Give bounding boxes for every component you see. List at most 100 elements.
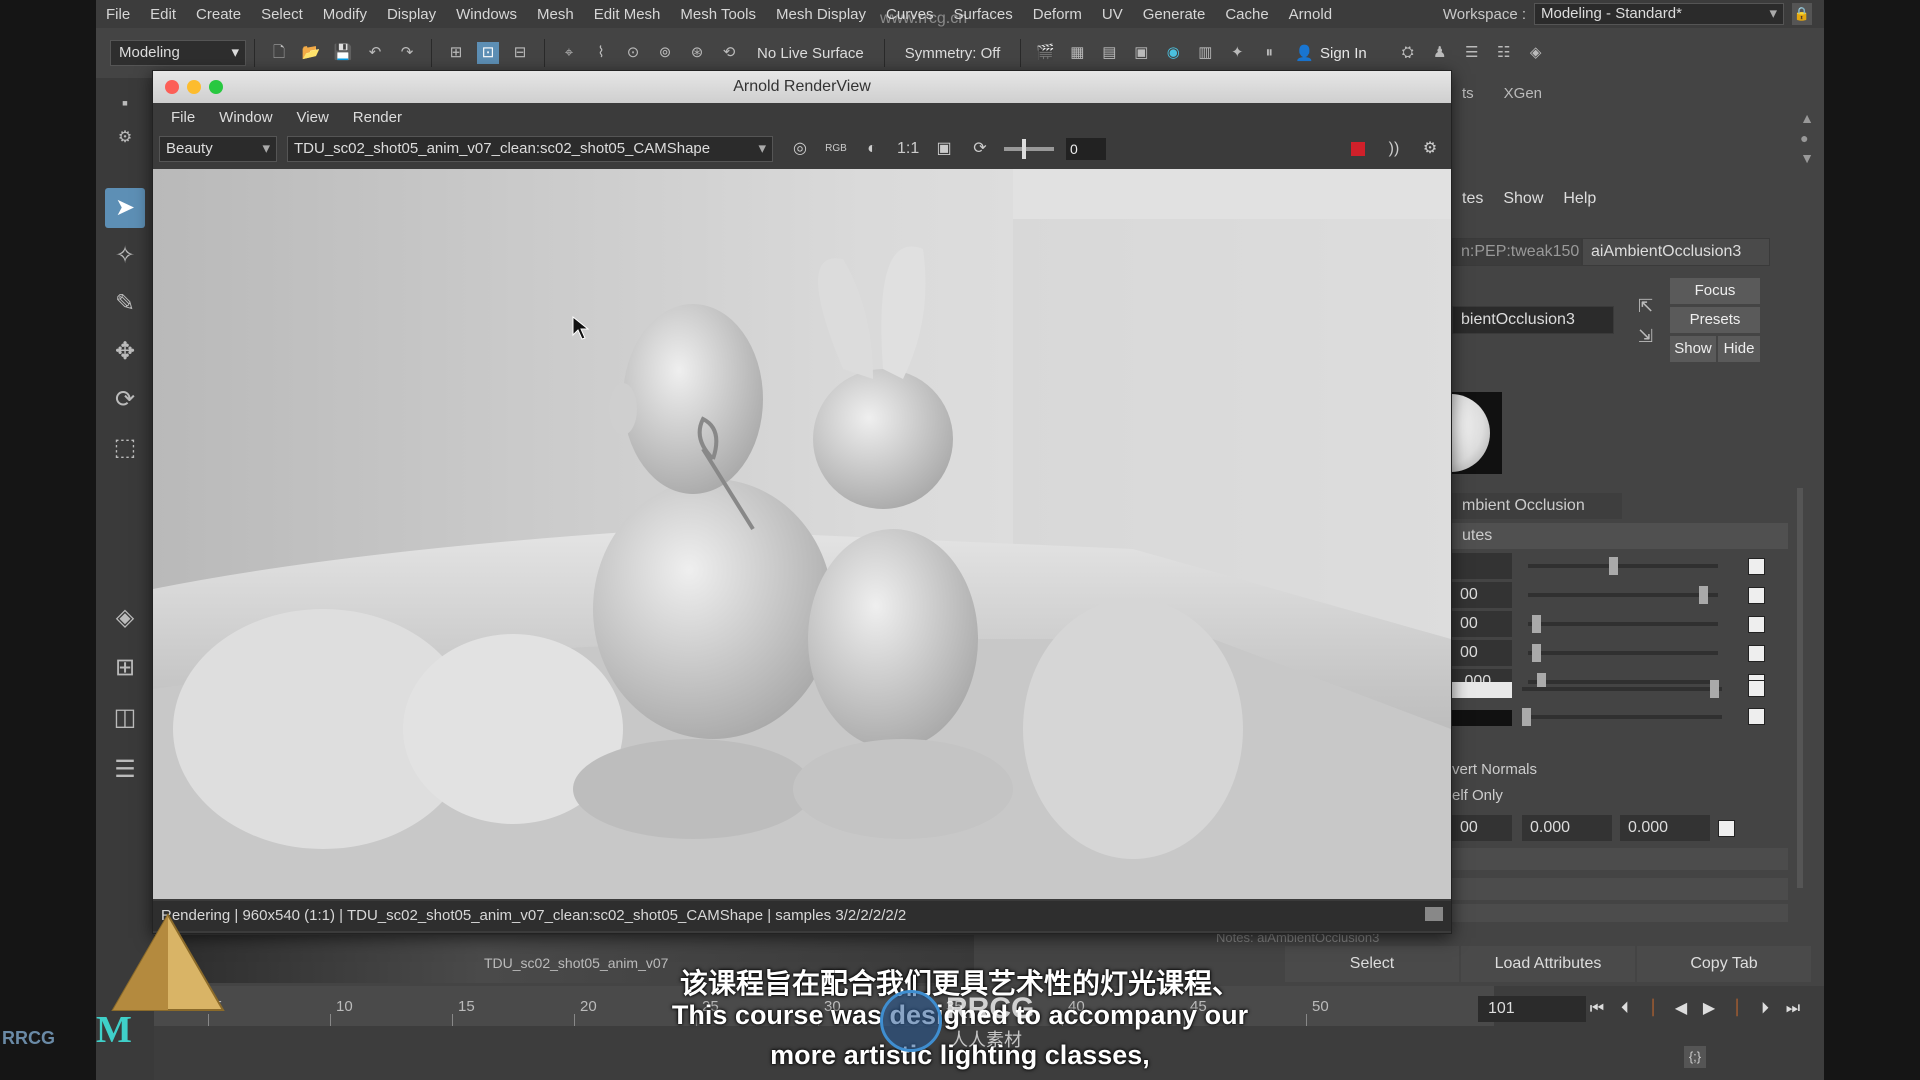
select-component-icon[interactable]: ⊟	[509, 42, 531, 64]
scroll-arrows-icon[interactable]: ▲ ● ▼	[1800, 108, 1814, 168]
refresh-icon[interactable]: ⟳	[969, 138, 991, 160]
snap-surface-icon[interactable]: ⊛	[686, 42, 708, 64]
pause-icon[interactable]: ⏸	[1258, 42, 1280, 64]
collapsed-section[interactable]	[1452, 848, 1788, 870]
map-button-icon[interactable]	[1748, 680, 1765, 697]
camera-select[interactable]: TDU_sc02_shot05_anim_v07_clean:sc02_shot…	[287, 136, 773, 162]
menu-mesh-display[interactable]: Mesh Display	[766, 6, 876, 23]
snap-live-icon[interactable]: ⟲	[718, 42, 740, 64]
invert-normals-label[interactable]: vert Normals	[1452, 761, 1537, 778]
stop-render-icon[interactable]	[1347, 138, 1369, 160]
attr-slider[interactable]	[1528, 586, 1718, 604]
near-clip-x[interactable]: 00	[1452, 815, 1512, 841]
select-hierarchy-icon[interactable]: ⊞	[445, 42, 467, 64]
snap-curve-icon[interactable]: ⌇	[590, 42, 612, 64]
attr-slider[interactable]	[1528, 644, 1718, 662]
input-connections-icon[interactable]: ⇱	[1638, 296, 1653, 317]
symmetry-label[interactable]: Symmetry: Off	[905, 45, 1001, 62]
redo-icon[interactable]: ↷	[396, 42, 418, 64]
near-clip-z[interactable]: 0.000	[1620, 815, 1710, 841]
workspace-select[interactable]: Modeling - Standard*	[1534, 3, 1784, 25]
menu-deform[interactable]: Deform	[1023, 6, 1092, 23]
ipr-render-icon[interactable]: ▤	[1098, 42, 1120, 64]
frame-region-icon[interactable]: ▣	[933, 138, 955, 160]
channel-box-icon[interactable]: ◈	[1525, 42, 1547, 64]
layout-four-icon[interactable]: ⊞	[105, 648, 145, 688]
toolbox-settings-icon[interactable]: ⚙	[105, 118, 145, 158]
select-tool-icon[interactable]: ➤	[105, 188, 145, 228]
menu-modify[interactable]: Modify	[313, 6, 377, 23]
layout-two-icon[interactable]: ◫	[105, 698, 145, 738]
self-only-label[interactable]: elf Only	[1452, 787, 1503, 804]
attr-menu-attributes[interactable]: tes	[1462, 190, 1483, 208]
slider-knob[interactable]	[1609, 557, 1618, 575]
ratio-label[interactable]: 1:1	[897, 138, 919, 160]
character-controls-icon[interactable]: ♟	[1429, 42, 1451, 64]
live-surface-label[interactable]: No Live Surface	[757, 45, 864, 62]
attr-scrollbar[interactable]	[1797, 488, 1803, 888]
light-editor-icon[interactable]: ✦	[1226, 42, 1248, 64]
rv-menu-render[interactable]: Render	[341, 109, 414, 126]
tab-partial[interactable]: ts	[1462, 85, 1474, 102]
close-window-icon[interactable]	[165, 80, 179, 94]
section-attributes[interactable]: utes	[1452, 523, 1788, 549]
menu-generate[interactable]: Generate	[1133, 6, 1216, 23]
sign-in-button[interactable]: 👤 Sign In	[1295, 44, 1366, 63]
slider-knob[interactable]	[1710, 680, 1719, 698]
menu-display[interactable]: Display	[377, 6, 446, 23]
menu-mesh-tools[interactable]: Mesh Tools	[670, 6, 766, 23]
hypershade-icon[interactable]: ◉	[1162, 42, 1184, 64]
slider-knob[interactable]	[1522, 708, 1531, 726]
node-tab-active[interactable]: aiAmbientOcclusion3	[1582, 238, 1770, 266]
snap-grid-icon[interactable]: ⌖	[558, 42, 580, 64]
collapsed-section[interactable]	[1452, 904, 1788, 922]
attr-slider[interactable]	[1528, 557, 1718, 575]
far-color-swatch[interactable]	[1452, 710, 1512, 726]
attr-menu-show[interactable]: Show	[1503, 190, 1543, 208]
tool-settings-icon[interactable]: ☷	[1493, 42, 1515, 64]
rv-menu-file[interactable]: File	[159, 109, 207, 126]
slider-knob[interactable]	[1531, 644, 1541, 662]
exposure-slider[interactable]	[1004, 139, 1054, 159]
attr-slider[interactable]	[1528, 673, 1718, 691]
near-clip-y[interactable]: 0.000	[1522, 815, 1612, 841]
rv-menu-window[interactable]: Window	[207, 109, 284, 126]
node-name-field[interactable]: bientOcclusion3	[1452, 306, 1614, 334]
select-object-icon[interactable]: ⊡	[477, 42, 499, 64]
attr-value-field[interactable]: 00	[1452, 582, 1512, 608]
maximize-window-icon[interactable]	[209, 80, 223, 94]
menu-arnold[interactable]: Arnold	[1279, 6, 1342, 23]
attribute-editor-icon[interactable]: ☰	[1461, 42, 1483, 64]
undo-icon[interactable]: ↶	[364, 42, 386, 64]
display-channel-icon[interactable]: ◎	[789, 138, 811, 160]
attr-value-field[interactable]: 00	[1452, 640, 1512, 666]
far-color-slider[interactable]	[1522, 708, 1722, 726]
snapshot-icon[interactable]	[1425, 907, 1443, 921]
slider-knob[interactable]	[1699, 586, 1708, 604]
attr-slider[interactable]	[1528, 615, 1718, 633]
layout-single-icon[interactable]: ◈	[105, 598, 145, 638]
attr-value-field[interactable]	[1452, 553, 1512, 579]
collapsed-section[interactable]	[1452, 878, 1788, 900]
snap-point-icon[interactable]: ⊙	[622, 42, 644, 64]
render-image[interactable]	[153, 169, 1451, 899]
render-sequence-icon[interactable]: ▦	[1066, 42, 1088, 64]
presets-button[interactable]: Presets	[1670, 307, 1760, 333]
snap-view-icon[interactable]: ⊚	[654, 42, 676, 64]
attr-menu-help[interactable]: Help	[1563, 190, 1596, 208]
menu-create[interactable]: Create	[186, 6, 251, 23]
open-scene-icon[interactable]: 📂	[300, 42, 322, 64]
menu-mesh[interactable]: Mesh	[527, 6, 584, 23]
minimize-window-icon[interactable]	[187, 80, 201, 94]
menu-uv[interactable]: UV	[1092, 6, 1133, 23]
toolbox-menu-icon[interactable]: ▪	[105, 83, 145, 123]
new-scene-icon[interactable]: 🗋	[268, 42, 290, 64]
hide-button[interactable]: Hide	[1718, 336, 1760, 362]
modeling-toolkit-icon[interactable]: ⛭	[1397, 42, 1419, 64]
shadow-color-swatch[interactable]	[1452, 682, 1512, 698]
menu-windows[interactable]: Windows	[446, 6, 527, 23]
lasso-tool-icon[interactable]: ✧	[105, 236, 145, 276]
rotate-tool-icon[interactable]: ⟳	[105, 380, 145, 420]
menu-set-select[interactable]: Modeling	[110, 40, 246, 66]
menu-edit-mesh[interactable]: Edit Mesh	[584, 6, 671, 23]
